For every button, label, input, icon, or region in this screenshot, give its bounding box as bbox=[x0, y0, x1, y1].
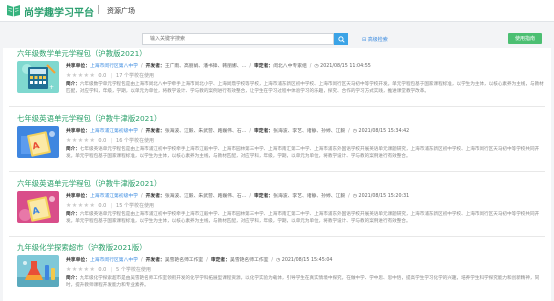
svg-text:+: + bbox=[49, 84, 54, 91]
star-rating-icon: ★★★★★ bbox=[66, 202, 96, 209]
clock-icon: ◷ bbox=[276, 258, 281, 263]
sharer-label: 共享单位： bbox=[66, 194, 90, 199]
sharer-link[interactable]: 上海市闵行区第八中学 bbox=[90, 64, 138, 69]
list-item: 七年级英语单元学程包（沪教牛津版2021） A 共享单位：上海市浦江第初级中学 /… bbox=[3, 113, 551, 177]
filter-icon: ⊟ bbox=[362, 37, 367, 43]
reviewer-label: 审定者： bbox=[210, 258, 231, 263]
resource-title[interactable]: 六年级数学单元学程包（沪教版2021） bbox=[17, 48, 147, 59]
reviewer-value: 张海波、李艺、诸静、孙婷、江毅 bbox=[273, 129, 346, 134]
breadcrumb-current: 资源广场 bbox=[107, 7, 135, 15]
sharer-label: 共享单位： bbox=[66, 64, 90, 69]
publish-date: 2021/08/15 11:04:55 bbox=[320, 64, 371, 69]
usage-count: 16 bbox=[116, 138, 123, 144]
chemistry-cover-image[interactable] bbox=[17, 255, 59, 287]
usage-label: 个学校在使用 bbox=[124, 73, 155, 79]
usage-count: 17 bbox=[116, 73, 123, 79]
reviewer-value: 吴雪艳名师工作室 bbox=[230, 258, 269, 263]
rating-row: ★★★★★ 0.0 | 5 个学校在使用 bbox=[66, 266, 151, 273]
advanced-search-label: 高级检索 bbox=[367, 37, 388, 43]
list-item: 六年级英语单元学程包（沪教牛津版2021） A 共享单位：上海市浦江第初级中学 /… bbox=[3, 178, 551, 242]
reviewer-label: 审定者： bbox=[254, 194, 274, 199]
publish-date: 2021/08/15 15:45:04 bbox=[281, 258, 333, 263]
search-input-wrapper bbox=[142, 33, 334, 45]
english-cover-image[interactable]: A bbox=[17, 191, 59, 223]
advanced-search-link[interactable]: ⊟ 高级检索 bbox=[362, 36, 388, 43]
usage-count: 5 bbox=[116, 267, 120, 273]
intro-text: 六年级英语单元学程包是由上海市浦江初中学校牵手上海市江毅中学、上海市园林第三中学… bbox=[66, 212, 540, 224]
rating-score: 0.0 bbox=[98, 73, 107, 79]
divider bbox=[9, 106, 545, 107]
breadcrumb-separator: | bbox=[97, 5, 101, 15]
developer-value: 吴雪艳名师工作室 bbox=[164, 258, 204, 263]
sharer-link[interactable]: 上海市浦江第初级中学 bbox=[90, 129, 138, 134]
list-item: 六年级数学单元学程包（沪教版2021） + 共享单位：上海市闵行区第八中学 / 开发… bbox=[3, 48, 551, 112]
resource-meta: 共享单位：上海市闵行区第八中学 / 开发者：吴雪艳名师工作室 / 审定者：吴雪艳名师工作… bbox=[66, 258, 333, 263]
list-item: 九年级化学探索超市（沪教版2021版） 共享单位：上海市闵行区第八中学 / 开发者：… bbox=[3, 242, 551, 301]
sharer-link[interactable]: 上海市闵行区第八中学 bbox=[90, 258, 138, 263]
resource-meta: 共享单位：上海市浦江第初级中学 / 开发者：张海波、江毅、朱武营、路巍伟、石… / 审定… bbox=[66, 129, 410, 134]
resource-list: 六年级数学单元学程包（沪教版2021） + 共享单位：上海市闵行区第八中学 / 开发… bbox=[3, 48, 551, 301]
search-icon bbox=[337, 35, 345, 43]
sharer-label: 共享单位： bbox=[66, 258, 90, 263]
top-bar: 尚学趣学习平台 | 资源广场 bbox=[0, 0, 554, 22]
rating-row: ★★★★★ 0.0 | 17 个学校在使用 bbox=[66, 72, 155, 79]
intro-text: 六年级数学单元学程包是由上海市闵北八中学牵手上海市闵北小学、上海闵鼎学校等学校，… bbox=[66, 82, 544, 94]
rating-score: 0.0 bbox=[98, 203, 107, 209]
clock-icon: ◷ bbox=[352, 129, 357, 134]
publish-date: 2021/08/15 15:20:31 bbox=[358, 194, 410, 199]
reviewer-value: 张海波、李艺、诸静、孙婷、江毅 bbox=[273, 194, 346, 199]
resource-description: 简介：七年级英语单元学程包是由上海市浦江初中学校牵手上海市江毅中学、上海市园林第… bbox=[66, 146, 548, 160]
intro-label: 简介： bbox=[66, 82, 80, 87]
user-guide-button[interactable]: 使用指南 bbox=[508, 33, 542, 44]
reviewer-label: 审定者： bbox=[254, 129, 274, 134]
rating-row: ★★★★★ 0.0 | 16 个学校在使用 bbox=[66, 137, 155, 144]
sharer-link[interactable]: 上海市浦江第初级中学 bbox=[90, 194, 138, 199]
reviewer-label: 审定者： bbox=[254, 64, 274, 69]
resource-title[interactable]: 九年级化学探索超市（沪教版2021版） bbox=[17, 242, 147, 253]
intro-label: 简介： bbox=[66, 147, 80, 152]
search-button[interactable] bbox=[334, 33, 348, 45]
star-rating-icon: ★★★★★ bbox=[66, 266, 96, 273]
clock-icon: ◷ bbox=[352, 194, 357, 199]
developer-label: 开发者： bbox=[145, 258, 165, 263]
developer-value: 张海波、江毅、朱武营、路巍伟、石… bbox=[164, 129, 247, 134]
developer-label: 开发者： bbox=[145, 129, 165, 134]
intro-text: 九年级化学探索超市是由吴雪艳名师工作室领衔开发的化学学科拓展型课程资源，以化学实… bbox=[66, 276, 540, 288]
rating-row: ★★★★★ 0.0 | 15 个学校在使用 bbox=[66, 202, 155, 209]
platform-logo-icon bbox=[7, 5, 20, 17]
rating-score: 0.0 bbox=[98, 138, 107, 144]
publish-date: 2021/08/15 15:34:42 bbox=[358, 129, 410, 134]
search-bar: ⊟ 高级检索 使用指南 bbox=[0, 22, 554, 45]
usage-label: 个学校在使用 bbox=[120, 267, 151, 273]
resource-description: 简介：九年级化学探索超市是由吴雪艳名师工作室领衔开发的化学学科拓展型课程资源，以… bbox=[66, 275, 548, 289]
divider bbox=[9, 171, 545, 172]
usage-label: 个学校在使用 bbox=[124, 138, 155, 144]
intro-text: 七年级英语单元学程包是由上海市浦江初中学校牵手上海市江毅中学、上海市园林第三中学… bbox=[66, 147, 540, 159]
developer-label: 开发者： bbox=[145, 64, 165, 69]
intro-label: 简介： bbox=[66, 212, 80, 217]
developer-label: 开发者： bbox=[145, 194, 165, 199]
app-title[interactable]: 尚学趣学习平台 bbox=[24, 4, 94, 19]
star-rating-icon: ★★★★★ bbox=[66, 72, 96, 79]
divider bbox=[9, 236, 545, 237]
english-cover-image[interactable]: A bbox=[17, 126, 59, 158]
developer-value: 王广雨、高丽娟、潘书锋、韩丽娜、… bbox=[164, 64, 247, 69]
resource-meta: 共享单位：上海市浦江第初级中学 / 开发者：张海波、江毅、朱武营、路巍伟、石… / 审定… bbox=[66, 194, 410, 199]
clock-icon: ◷ bbox=[314, 64, 319, 69]
intro-label: 简介： bbox=[66, 276, 80, 281]
resource-title[interactable]: 七年级英语单元学程包（沪教牛津版2021） bbox=[17, 113, 161, 124]
star-rating-icon: ★★★★★ bbox=[66, 137, 96, 144]
resource-title[interactable]: 六年级英语单元学程包（沪教牛津版2021） bbox=[17, 178, 161, 189]
reviewer-value: 闵北八中专家组 bbox=[273, 64, 307, 69]
developer-value: 张海波、江毅、朱武营、路巍伟、石… bbox=[164, 194, 247, 199]
resource-description: 简介：六年级数学单元学程包是由上海市闵北八中学牵手上海市闵北小学、上海闵鼎学校等… bbox=[66, 81, 548, 95]
usage-label: 个学校在使用 bbox=[124, 203, 155, 209]
resource-meta: 共享单位：上海市闵行区第八中学 / 开发者：王广雨、高丽娟、潘书锋、韩丽娜、… / 审定… bbox=[66, 64, 371, 69]
usage-count: 15 bbox=[116, 203, 123, 209]
rating-score: 0.0 bbox=[98, 267, 107, 273]
search-input[interactable] bbox=[143, 34, 333, 44]
sharer-label: 共享单位： bbox=[66, 129, 90, 134]
math-cover-image[interactable]: + bbox=[17, 61, 59, 93]
resource-description: 简介：六年级英语单元学程包是由上海市浦江初中学校牵手上海市江毅中学、上海市园林第… bbox=[66, 211, 548, 225]
